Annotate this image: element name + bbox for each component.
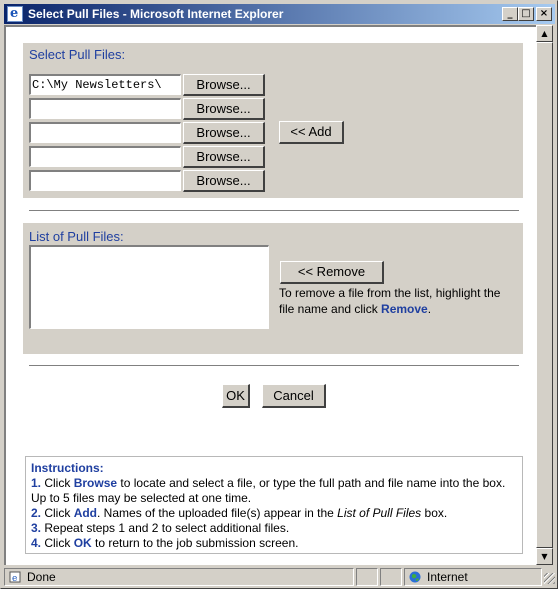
step-1-keyword: Browse (73, 476, 118, 490)
minimize-button[interactable]: _ (502, 7, 518, 21)
pull-files-list-label: List of Pull Files: (29, 229, 124, 244)
vertical-scrollbar[interactable]: ▲ ▼ (536, 25, 553, 565)
scroll-up-button[interactable]: ▲ (536, 25, 553, 42)
file-input-5[interactable] (29, 170, 181, 191)
ie-page-icon[interactable]: e (7, 6, 23, 22)
add-button[interactable]: << Add (279, 121, 344, 144)
remove-help-text: To remove a file from the list, highligh… (279, 285, 519, 317)
resize-grip-icon[interactable] (544, 573, 555, 584)
browser-window: e Select Pull Files - Microsoft Internet… (0, 0, 558, 589)
remove-help-keyword: Remove (381, 302, 428, 316)
step-2-number: 2. (31, 506, 42, 520)
svg-text:e: e (12, 574, 17, 583)
arrow-down-icon: ▼ (541, 552, 548, 561)
instruction-step-1: 1. Click Browse to locate and select a f… (31, 476, 517, 506)
scroll-thumb[interactable] (536, 42, 553, 548)
arrow-up-icon: ▲ (541, 29, 548, 38)
instruction-step-2: 2. Click Add. Names of the uploaded file… (31, 506, 517, 521)
step-2-text-b: . Names of the uploaded file(s) appear i… (97, 506, 338, 520)
close-icon: × (539, 8, 549, 19)
remove-help-suffix: . (427, 302, 432, 316)
step-3-text-a: Repeat steps 1 and 2 to select additiona… (41, 521, 290, 535)
minimize-icon: _ (507, 8, 513, 19)
file-input-4[interactable] (29, 146, 181, 167)
instructions-title: Instructions: (31, 461, 104, 475)
close-button[interactable]: × (536, 7, 552, 21)
maximize-button[interactable]: □ (518, 7, 534, 21)
zone-text: Internet (427, 570, 468, 584)
pull-files-list-panel: List of Pull Files: << Remove To remove … (23, 223, 523, 354)
file-input-1[interactable]: C:\My Newsletters\ (29, 74, 181, 95)
ie-page-status-icon: e (9, 571, 21, 583)
maximize-icon: □ (521, 8, 531, 19)
browse-button-4[interactable]: Browse... (183, 146, 265, 168)
instruction-step-4: 4. Click OK to return to the job submiss… (31, 536, 517, 551)
divider-top (29, 210, 519, 212)
step-4-keyword: OK (73, 536, 92, 550)
select-files-label: Select Pull Files: (29, 47, 126, 62)
browse-button-5[interactable]: Browse... (183, 170, 265, 192)
step-4-text-b: to return to the job submission screen. (91, 536, 299, 550)
browse-button-3[interactable]: Browse... (183, 122, 265, 144)
security-zone-pane: Internet (404, 568, 542, 586)
step-4-text-a: Click (41, 536, 74, 550)
status-pane-empty-2 (380, 568, 402, 586)
step-2-text-c: box. (421, 506, 448, 520)
instruction-step-3: 3. Repeat steps 1 and 2 to select additi… (31, 521, 517, 536)
step-4-number: 4. (31, 536, 42, 550)
ok-button[interactable]: OK (222, 384, 250, 408)
file-input-2[interactable] (29, 98, 181, 119)
select-files-panel: Select Pull Files: C:\My Newsletters\ Br… (23, 43, 523, 198)
browse-button-2[interactable]: Browse... (183, 98, 265, 120)
divider-bottom (29, 365, 519, 367)
window-title: Select Pull Files - Microsoft Internet E… (28, 7, 284, 21)
status-text: Done (27, 570, 56, 584)
status-bar: e Done Internet (4, 567, 555, 587)
step-1-text-a: Click (41, 476, 74, 490)
status-pane: e Done (4, 568, 354, 586)
file-input-3[interactable] (29, 122, 181, 143)
pull-files-listbox[interactable] (29, 245, 269, 329)
scroll-down-button[interactable]: ▼ (536, 548, 553, 565)
step-2-emphasis: List of Pull Files (337, 506, 422, 520)
status-pane-empty-1 (356, 568, 378, 586)
step-2-text-a: Click (41, 506, 74, 520)
title-bar[interactable]: e Select Pull Files - Microsoft Internet… (4, 4, 555, 24)
step-3-number: 3. (31, 521, 42, 535)
step-1-number: 1. (31, 476, 42, 490)
browse-button-1[interactable]: Browse... (183, 74, 265, 96)
globe-icon (409, 571, 421, 583)
cancel-button[interactable]: Cancel (262, 384, 326, 408)
step-2-keyword: Add (73, 506, 98, 520)
remove-button[interactable]: << Remove (280, 261, 384, 284)
instructions-box: Instructions: 1. Click Browse to locate … (25, 456, 523, 554)
